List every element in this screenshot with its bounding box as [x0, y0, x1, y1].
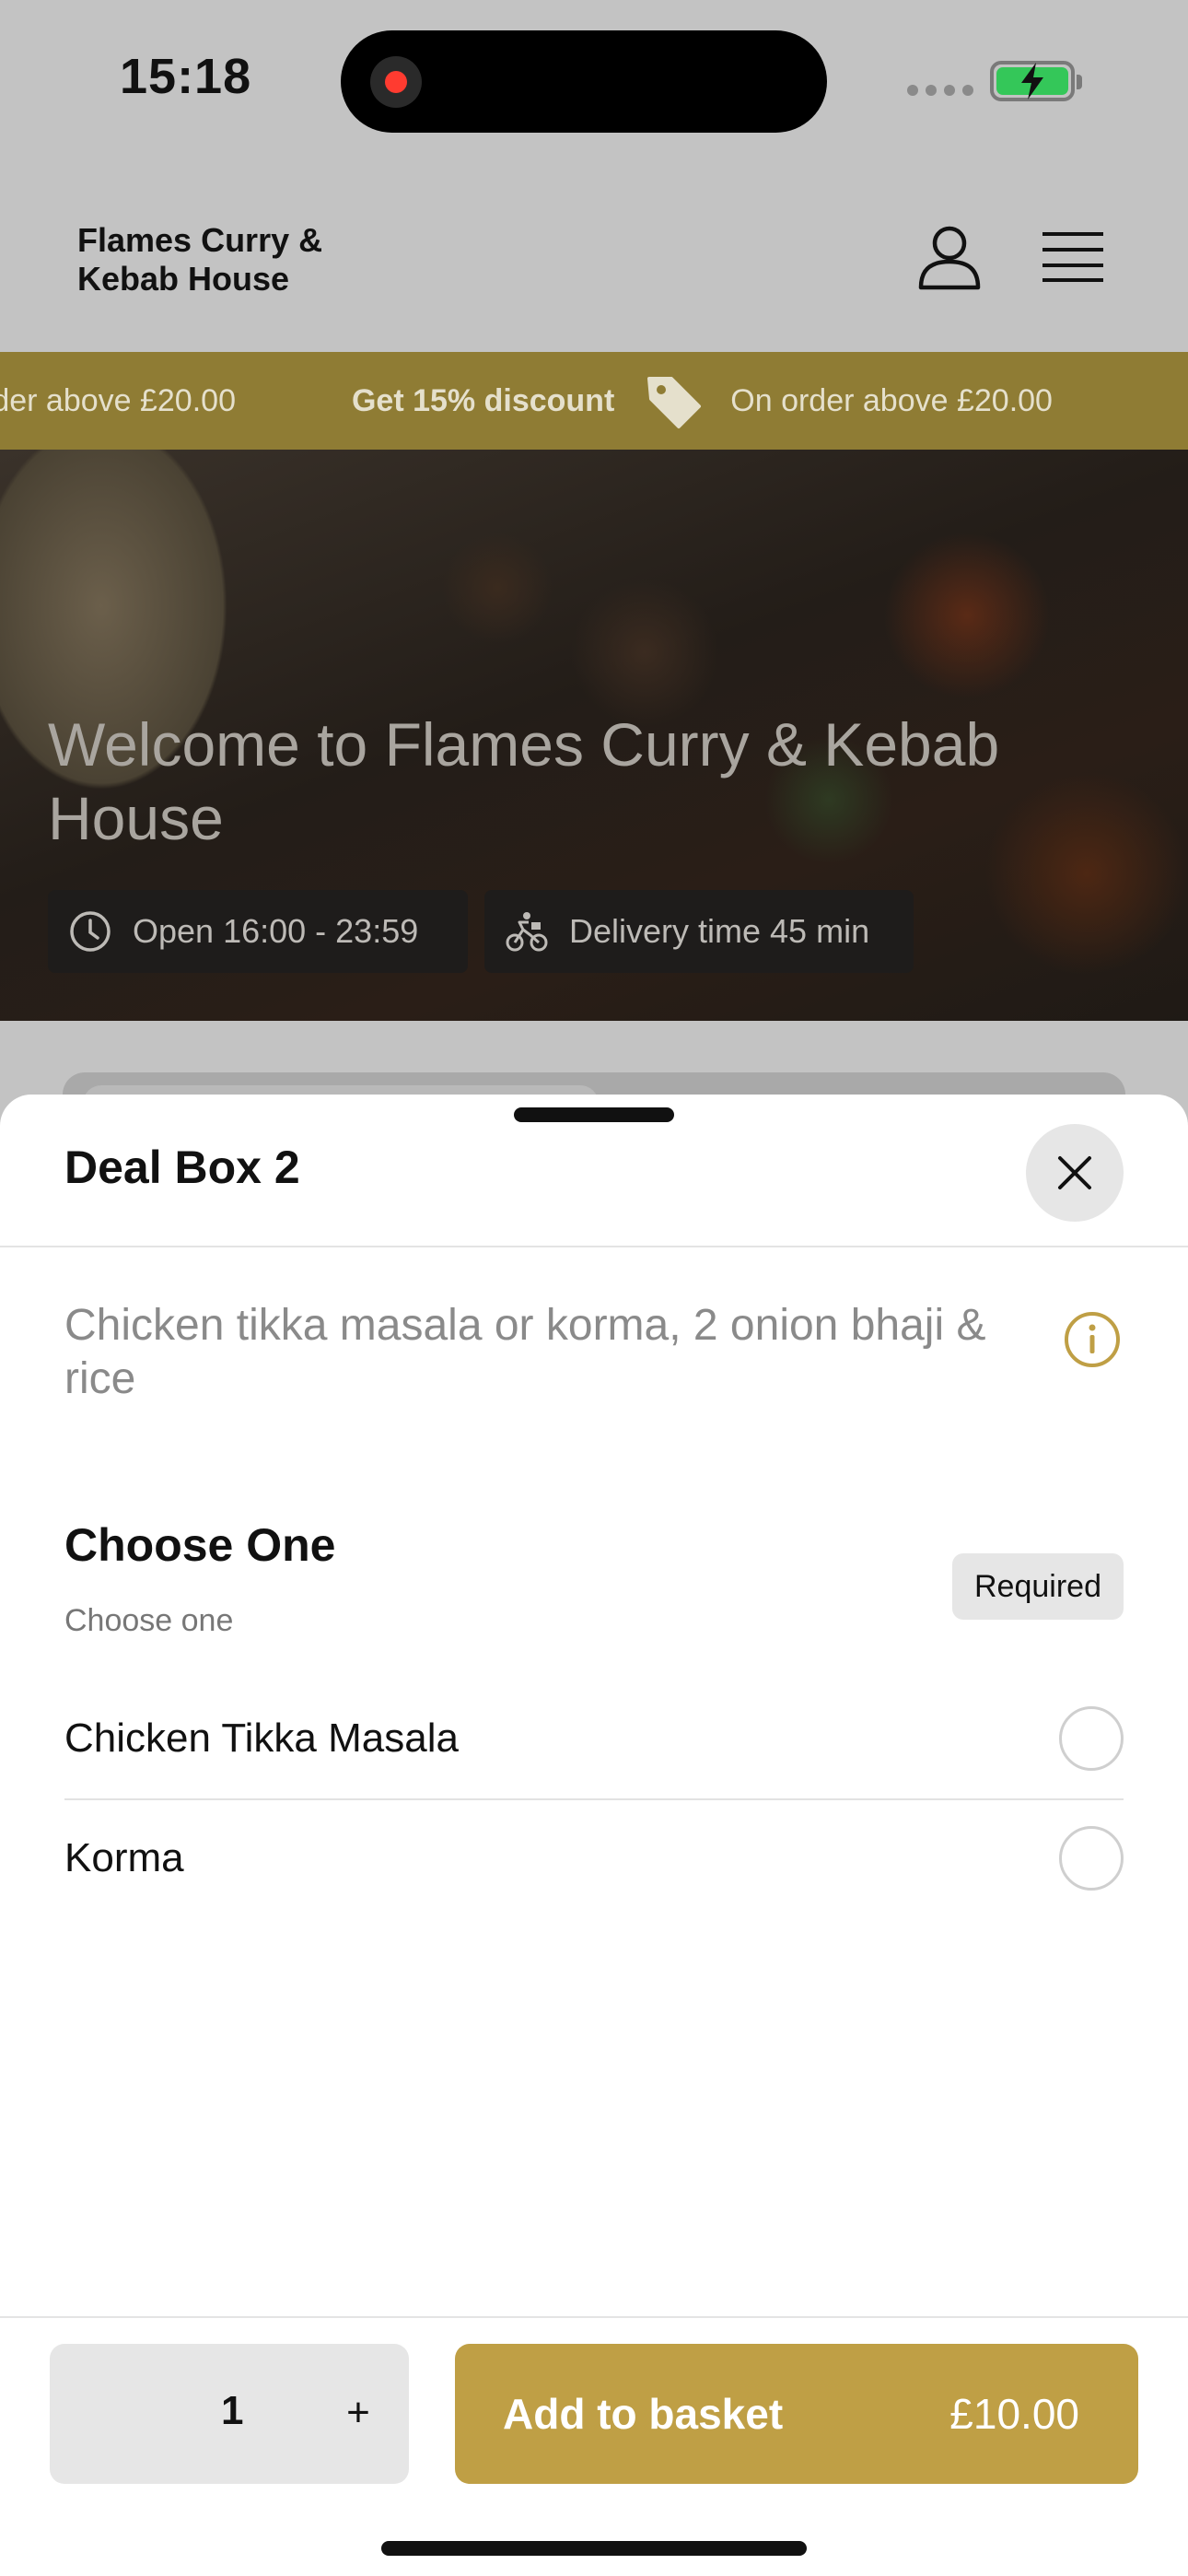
tag-icon	[647, 377, 702, 428]
option-group-subtitle: Choose one	[64, 1603, 234, 1638]
site-header: Flames Curry & Kebab House	[0, 166, 1188, 352]
increase-quantity-button[interactable]: +	[317, 2371, 400, 2454]
promo-item: rder above £20.00	[0, 383, 236, 419]
hero-banner: Welcome to Flames Curry & Kebab House Op…	[0, 450, 1188, 1021]
promo-item: Get 15% discount On order above £20.00	[236, 371, 1053, 430]
menu-icon[interactable]	[1042, 230, 1103, 284]
info-icon[interactable]	[1063, 1310, 1122, 1369]
battery-icon	[990, 61, 1082, 101]
option-radio[interactable]	[1059, 1706, 1124, 1771]
product-sheet: Deal Box 2 Chicken tikka masala or korma…	[0, 1095, 1188, 2576]
status-time: 15:18	[120, 49, 252, 104]
promo-condition: On order above £20.00	[730, 382, 1053, 418]
add-to-basket-label: Add to basket	[503, 2390, 784, 2438]
delivery-time-text: Delivery time 45 min	[569, 912, 870, 950]
promo-condition: rder above £20.00	[0, 382, 236, 418]
option-row-chicken-tikka-masala[interactable]: Chicken Tikka Masala	[64, 1680, 1124, 1797]
close-button[interactable]	[1026, 1124, 1124, 1222]
divider	[0, 2316, 1188, 2318]
add-to-basket-button[interactable]: Add to basket £10.00	[455, 2344, 1138, 2484]
option-row-korma[interactable]: Korma	[64, 1800, 1124, 1916]
quantity-value: 1	[221, 2388, 244, 2433]
quantity-stepper: 1 +	[50, 2344, 409, 2484]
required-badge: Required	[952, 1553, 1124, 1620]
cyclist-icon	[506, 912, 548, 952]
cellular-signal-icon	[907, 85, 973, 96]
option-label: Chicken Tikka Masala	[64, 1715, 459, 1761]
close-icon	[1058, 1156, 1091, 1189]
sheet-grabber[interactable]	[514, 1107, 674, 1122]
opening-hours-text: Open 16:00 - 23:59	[133, 912, 419, 950]
delivery-time-badge: Delivery time 45 min	[484, 890, 914, 973]
account-icon[interactable]	[915, 223, 984, 291]
promo-track: rder above £20.00 Get 15% discount On or…	[0, 352, 1053, 450]
recording-indicator-icon	[370, 56, 422, 108]
option-label: Korma	[64, 1835, 184, 1880]
home-indicator	[381, 2541, 807, 2556]
status-bar: 15:18	[0, 0, 1188, 166]
promo-discount: Get 15% discount	[351, 382, 615, 418]
option-group-title: Choose One	[64, 1519, 336, 1571]
divider	[0, 1246, 1188, 1247]
price-label: £10.00	[949, 2390, 1079, 2438]
clock-icon	[70, 911, 111, 952]
hero-title: Welcome to Flames Curry & Kebab House	[48, 710, 1000, 852]
product-title: Deal Box 2	[64, 1142, 300, 1193]
dynamic-island	[341, 30, 827, 133]
opening-hours-badge: Open 16:00 - 23:59	[48, 890, 468, 973]
option-radio[interactable]	[1059, 1826, 1124, 1891]
promo-banner: rder above £20.00 Get 15% discount On or…	[0, 352, 1188, 450]
restaurant-name[interactable]: Flames Curry & Kebab House	[77, 221, 372, 299]
product-description: Chicken tikka masala or korma, 2 onion b…	[64, 1301, 986, 1403]
